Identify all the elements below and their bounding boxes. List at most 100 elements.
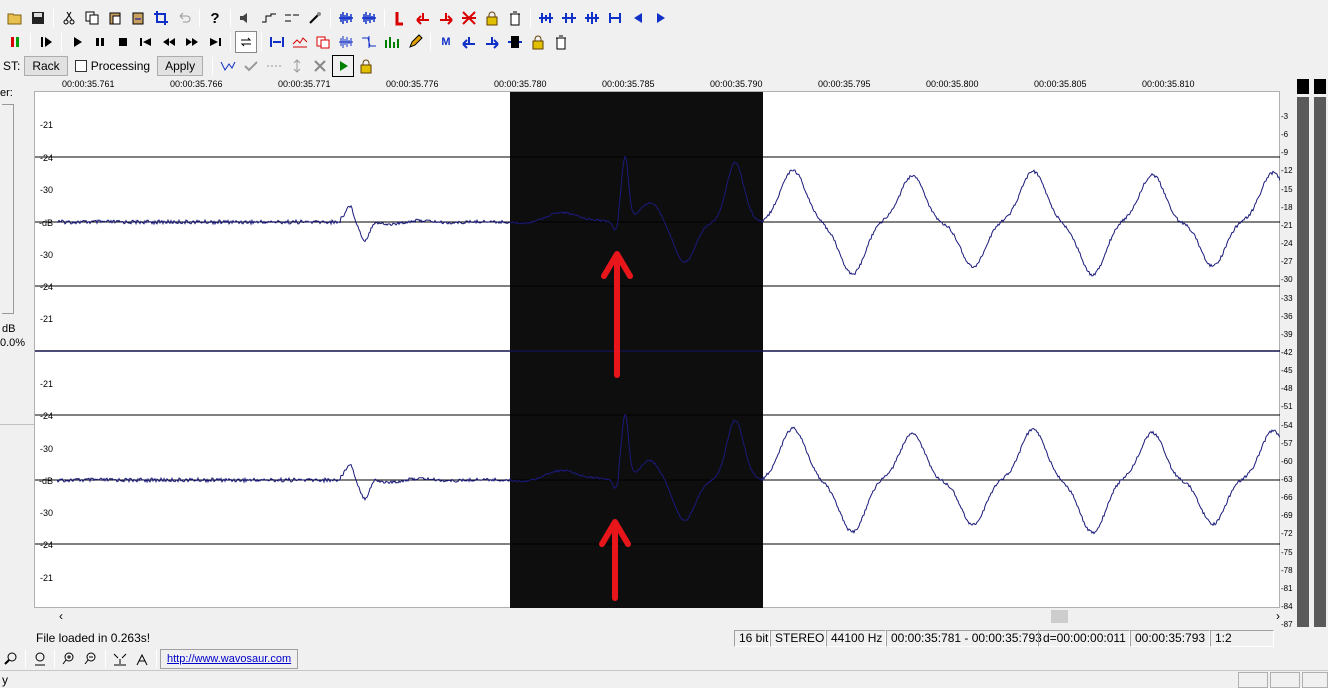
marker-right-blue-icon[interactable] bbox=[481, 31, 503, 53]
spectrum-icon[interactable] bbox=[335, 31, 357, 53]
ruler-tick-label: 00:00:35.785 bbox=[602, 79, 655, 89]
meter-scale-label: -3 bbox=[1281, 112, 1289, 121]
meter-scale-label: -84 bbox=[1281, 602, 1293, 612]
graph-icon[interactable] bbox=[289, 31, 311, 53]
stop-icon[interactable] bbox=[112, 31, 134, 53]
loop-d-icon[interactable] bbox=[604, 7, 626, 29]
rewind-icon[interactable] bbox=[158, 31, 180, 53]
db-label: dB bbox=[2, 323, 16, 335]
lock-icon[interactable] bbox=[481, 7, 503, 29]
fader-track[interactable] bbox=[2, 104, 14, 314]
play-icon[interactable] bbox=[66, 31, 88, 53]
cut-icon[interactable] bbox=[58, 7, 80, 29]
waveform-canvas[interactable]: -21 -24 -30 -dB -30 -24 -21 -21 -24 -30 -dB -30 -24 -… bbox=[35, 92, 1281, 609]
ruler-tick-label: 00:00:35.771 bbox=[278, 79, 331, 89]
meter-scale-label: -63 bbox=[1281, 475, 1293, 484]
marker-delete-all-icon[interactable] bbox=[458, 7, 480, 29]
ruler-tick-label: 00:00:35.810 bbox=[1142, 79, 1195, 89]
region-icon[interactable] bbox=[504, 31, 526, 53]
loop-a-icon[interactable] bbox=[535, 7, 557, 29]
dc-offset-icon[interactable] bbox=[304, 7, 326, 29]
paste-icon[interactable] bbox=[104, 7, 126, 29]
processing-checkbox[interactable]: Processing bbox=[69, 59, 156, 73]
loop-c-icon[interactable] bbox=[581, 7, 603, 29]
wave-zoom-out-icon[interactable] bbox=[358, 7, 380, 29]
status-channels: STEREO bbox=[770, 629, 826, 647]
pencil-icon[interactable] bbox=[404, 31, 426, 53]
filter-icon[interactable] bbox=[358, 31, 380, 53]
toolbar-separator bbox=[156, 650, 157, 668]
trash-icon[interactable] bbox=[504, 7, 526, 29]
check-icon[interactable] bbox=[240, 55, 262, 77]
apply-button[interactable]: Apply bbox=[157, 56, 204, 76]
meter-track-right bbox=[1314, 97, 1326, 627]
processing-checkbox-box[interactable] bbox=[74, 60, 87, 72]
meter-scale-label: -24 bbox=[1281, 239, 1293, 249]
equalizer-icon[interactable] bbox=[381, 31, 403, 53]
horizontal-scrollbar[interactable]: ‹ › bbox=[57, 608, 1280, 625]
wave-edit-icon[interactable] bbox=[217, 55, 239, 77]
volume-icon[interactable] bbox=[235, 7, 257, 29]
toolbar-separator bbox=[25, 650, 26, 668]
undo-icon[interactable] bbox=[173, 7, 195, 29]
meter-scale-label: -75 bbox=[1281, 547, 1293, 557]
marker-left-icon[interactable] bbox=[412, 7, 434, 29]
zoom-out-h-icon[interactable] bbox=[80, 648, 102, 670]
meter-icon[interactable] bbox=[4, 31, 26, 53]
ruler-tick-label: 00:00:35.795 bbox=[818, 79, 871, 89]
pause-icon[interactable] bbox=[89, 31, 111, 53]
record-icon[interactable] bbox=[312, 31, 334, 53]
save-icon[interactable] bbox=[27, 7, 49, 29]
rack-button[interactable]: Rack bbox=[24, 56, 68, 76]
time-ruler[interactable]: 00:00:35.761 00:00:35.766 00:00:35.771 00:0… bbox=[34, 79, 1280, 91]
lock-icon[interactable] bbox=[527, 31, 549, 53]
scroll-right-icon[interactable]: › bbox=[1276, 609, 1280, 623]
trash-icon[interactable] bbox=[550, 31, 572, 53]
marker-right-icon[interactable] bbox=[435, 7, 457, 29]
toolbar-separator bbox=[105, 650, 106, 668]
paste-mix-icon[interactable] bbox=[127, 7, 149, 29]
channel-scale-label: -24 bbox=[40, 282, 53, 292]
marker-left-blue-icon[interactable] bbox=[458, 31, 480, 53]
wave-zoom-icon[interactable] bbox=[335, 7, 357, 29]
arrows-icon[interactable] bbox=[286, 55, 308, 77]
loop-icon[interactable] bbox=[235, 31, 257, 53]
toolbar-separator bbox=[430, 33, 431, 51]
rewind-start-icon[interactable] bbox=[135, 31, 157, 53]
normalize-icon[interactable] bbox=[281, 7, 303, 29]
meter-scale-label: -60 bbox=[1281, 456, 1293, 466]
zoom-fit-icon[interactable] bbox=[29, 648, 51, 670]
toolbar-separator bbox=[330, 9, 331, 27]
marker-start-icon[interactable] bbox=[389, 7, 411, 29]
loop-b-icon[interactable] bbox=[558, 7, 580, 29]
scroll-thumb[interactable] bbox=[1051, 610, 1068, 623]
channel-scale-label: -dB bbox=[39, 218, 53, 228]
status-zoom: 1:2 bbox=[1210, 629, 1274, 647]
marker-m-icon[interactable]: M bbox=[435, 31, 457, 53]
lock-icon[interactable] bbox=[355, 55, 377, 77]
play-from-start-icon[interactable] bbox=[35, 31, 57, 53]
zoom-in-h-icon[interactable] bbox=[58, 648, 80, 670]
dots-icon[interactable] bbox=[263, 55, 285, 77]
copy-icon[interactable] bbox=[81, 7, 103, 29]
website-link[interactable]: http://www.wavosaur.com bbox=[160, 649, 299, 669]
meter-bar-right bbox=[1314, 79, 1326, 94]
zoom-in-icon[interactable] bbox=[0, 648, 22, 670]
scroll-left-icon[interactable]: ‹ bbox=[59, 609, 63, 623]
prev-icon[interactable] bbox=[627, 7, 649, 29]
ruler-tick-label: 00:00:35.766 bbox=[170, 79, 223, 89]
waveform-view[interactable]: -21 -24 -30 -dB -30 -24 -21 -21 -24 -30 -dB -30 -24 -… bbox=[34, 91, 1281, 609]
next-icon[interactable] bbox=[650, 7, 672, 29]
meter-track-left bbox=[1297, 97, 1309, 627]
crop-icon[interactable] bbox=[150, 7, 172, 29]
envelope-icon[interactable] bbox=[258, 7, 280, 29]
fast-forward-icon[interactable] bbox=[181, 31, 203, 53]
close-icon[interactable] bbox=[309, 55, 331, 77]
open-folder-icon[interactable] bbox=[4, 7, 26, 29]
help-icon[interactable]: ? bbox=[204, 7, 226, 29]
zoom-sel-icon[interactable] bbox=[109, 648, 131, 670]
play-region-icon[interactable] bbox=[332, 55, 355, 77]
zoom-full-icon[interactable] bbox=[131, 648, 153, 670]
select-wave-icon[interactable] bbox=[266, 31, 288, 53]
forward-end-icon[interactable] bbox=[204, 31, 226, 53]
